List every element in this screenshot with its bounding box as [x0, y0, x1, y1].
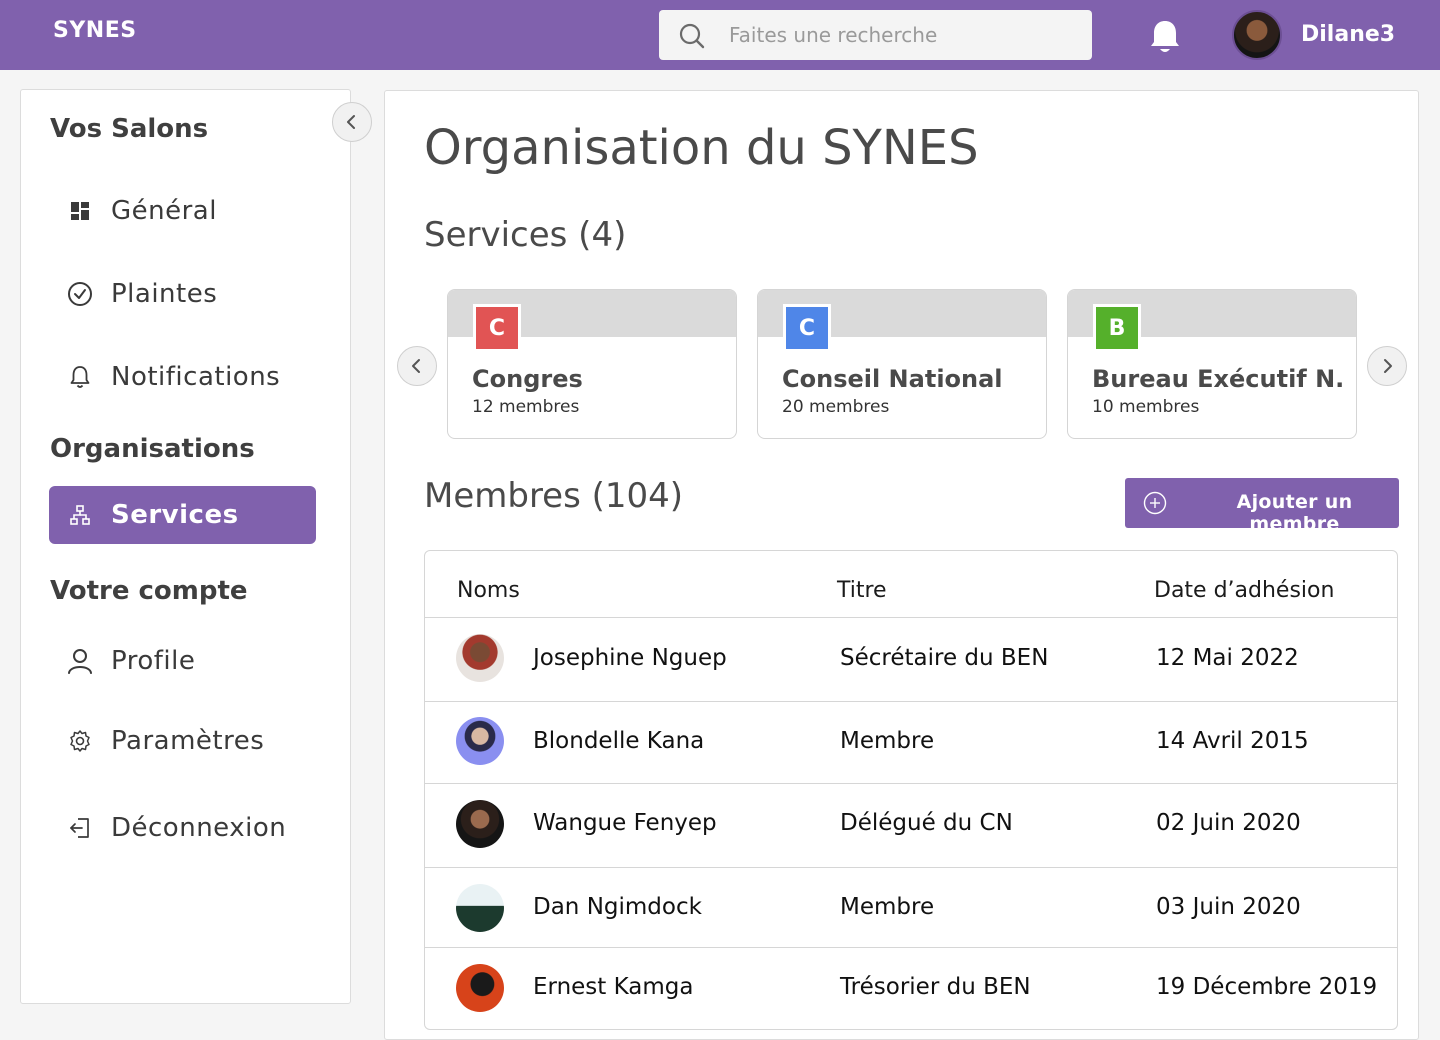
member-avatar	[456, 717, 504, 765]
service-name: Congres	[472, 365, 583, 393]
carousel-prev-button[interactable]	[397, 346, 437, 386]
service-member-count: 10 membres	[1092, 397, 1200, 417]
member-avatar	[456, 800, 504, 848]
member-avatar	[456, 634, 504, 682]
table-row[interactable]: Dan Ngimdock Membre 03 Juin 2020	[425, 868, 1397, 948]
gear-icon	[67, 728, 93, 754]
sidebar-item-parametres[interactable]: Paramètres	[49, 712, 316, 770]
service-member-count: 12 membres	[472, 397, 580, 417]
plus-circle-icon	[1143, 491, 1167, 515]
dashboard-icon	[67, 198, 93, 224]
table-row[interactable]: Wangue Fenyep Délégué du CN 02 Juin 2020	[425, 784, 1397, 868]
sidebar-item-label: Général	[111, 196, 217, 226]
search-input[interactable]	[729, 20, 1069, 50]
chevron-left-icon	[347, 115, 355, 129]
sidebar-item-label: Services	[111, 500, 239, 530]
logout-icon	[67, 815, 93, 841]
section-heading-organisations: Organisations	[50, 434, 255, 464]
section-heading-vos-salons: Vos Salons	[50, 114, 209, 144]
member-title: Sécrétaire du BEN	[840, 645, 1049, 671]
section-heading-votre-compte: Votre compte	[50, 576, 248, 606]
member-title: Membre	[840, 728, 935, 754]
search-icon	[679, 23, 705, 49]
member-name: Dan Ngimdock	[533, 894, 702, 920]
service-card-conseil-national[interactable]: C Conseil National 20 membres	[757, 289, 1047, 439]
username-label[interactable]: Dilane3	[1301, 22, 1395, 47]
members-heading: Membres (104)	[424, 476, 684, 516]
member-name: Ernest Kamga	[533, 974, 694, 1000]
hierarchy-icon	[67, 502, 93, 528]
member-join-date: 14 Avril 2015	[1156, 728, 1309, 754]
service-card-congres[interactable]: C Congres 12 membres	[447, 289, 737, 439]
sidebar-item-label: Déconnexion	[111, 813, 287, 843]
column-header-noms[interactable]: Noms	[457, 578, 520, 603]
member-title: Délégué du CN	[840, 810, 1013, 836]
sidebar-item-label: Plaintes	[111, 279, 218, 309]
member-name: Blondelle Kana	[533, 728, 705, 754]
column-header-titre[interactable]: Titre	[837, 578, 887, 603]
member-avatar	[456, 964, 504, 1012]
member-title: Membre	[840, 894, 935, 920]
sidebar-item-services[interactable]: Services	[49, 486, 316, 544]
table-row[interactable]: Josephine Nguep Sécrétaire du BEN 12 Mai…	[425, 618, 1397, 702]
collapse-sidebar-button[interactable]	[332, 102, 372, 142]
member-join-date: 19 Décembre 2019	[1156, 974, 1378, 1000]
brand-logo[interactable]: SYNES	[53, 18, 137, 43]
sidebar-item-notifications[interactable]: Notifications	[49, 348, 316, 406]
member-avatar	[456, 884, 504, 932]
user-icon	[67, 648, 93, 674]
service-name: Conseil National	[782, 365, 1003, 393]
table-row[interactable]: Ernest Kamga Trésorier du BEN 19 Décembr…	[425, 948, 1397, 1029]
chevron-right-icon	[1384, 359, 1392, 373]
search-box[interactable]	[659, 10, 1092, 60]
user-avatar[interactable]	[1232, 10, 1282, 60]
sidebar-item-label: Notifications	[111, 362, 281, 392]
members-table: Noms Titre Date d’adhésion Josephine Ngu…	[424, 550, 1398, 1030]
table-row[interactable]: Blondelle Kana Membre 14 Avril 2015	[425, 702, 1397, 784]
bell-icon	[67, 364, 93, 390]
page-title: Organisation du SYNES	[424, 120, 979, 176]
add-member-label: Ajouter un membre	[1236, 491, 1353, 535]
member-name: Josephine Nguep	[533, 645, 727, 671]
sidebar-item-general[interactable]: Général	[49, 182, 316, 240]
top-bar: SYNES Dilane3	[0, 0, 1440, 70]
service-badge: C	[783, 304, 831, 352]
add-member-button[interactable]: Ajouter un membre	[1125, 478, 1399, 535]
services-heading: Services (4)	[424, 215, 627, 255]
service-member-count: 20 membres	[782, 397, 890, 417]
member-join-date: 02 Juin 2020	[1156, 810, 1301, 836]
carousel-next-button[interactable]	[1367, 346, 1407, 386]
service-badge: B	[1093, 304, 1141, 352]
member-join-date: 03 Juin 2020	[1156, 894, 1301, 920]
sidebar-item-label: Paramètres	[111, 726, 265, 756]
chevron-left-icon	[412, 359, 420, 373]
member-title: Trésorier du BEN	[840, 974, 1031, 1000]
sidebar-item-deconnexion[interactable]: Déconnexion	[49, 799, 316, 857]
service-card-bureau-executif[interactable]: B Bureau Exécutif N. 10 membres	[1067, 289, 1357, 439]
member-name: Wangue Fenyep	[533, 810, 717, 836]
sidebar-item-plaintes[interactable]: Plaintes	[49, 265, 316, 323]
notification-bell-icon[interactable]	[1148, 18, 1182, 56]
column-header-date[interactable]: Date d’adhésion	[1154, 578, 1334, 603]
service-badge: C	[473, 304, 521, 352]
service-name: Bureau Exécutif N.	[1092, 365, 1345, 393]
check-circle-icon	[67, 281, 93, 307]
sidebar-item-label: Profile	[111, 646, 196, 676]
sidebar-item-profile[interactable]: Profile	[49, 632, 316, 690]
member-join-date: 12 Mai 2022	[1156, 645, 1299, 671]
